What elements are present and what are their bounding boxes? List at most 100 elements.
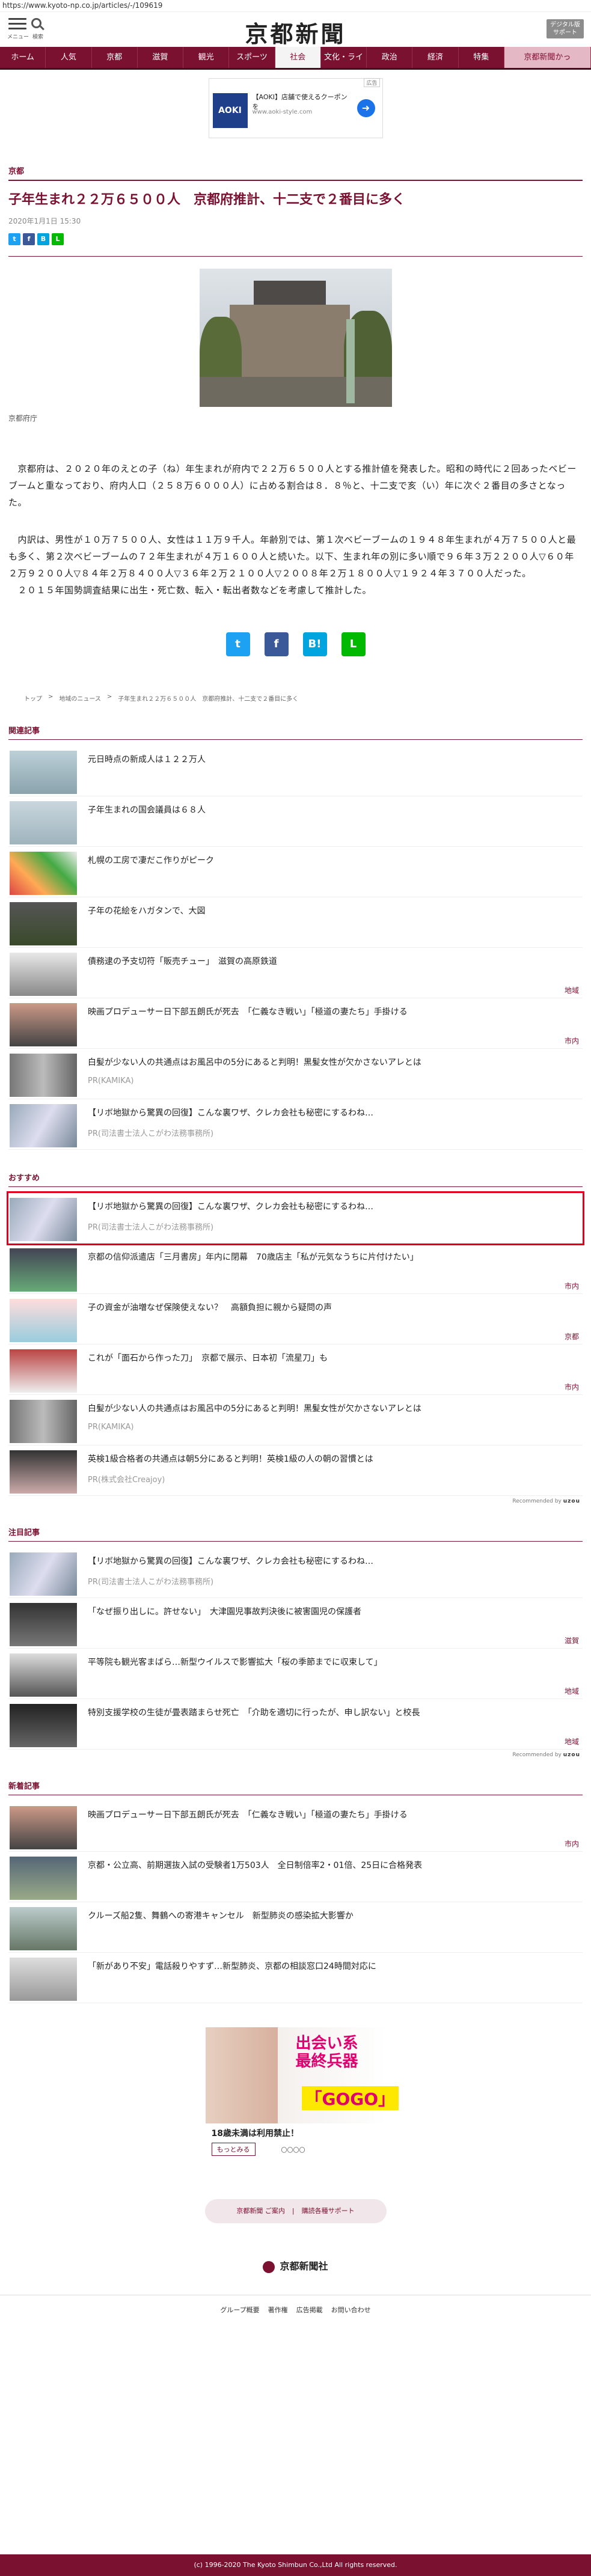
article-body: 京都府は、２０２０年のえとの子（ね）年生まれが府内で２２万６５００人とする推計値… xyxy=(8,460,583,599)
thumbnail xyxy=(10,1198,77,1241)
hatena-icon[interactable]: B! xyxy=(302,632,327,656)
uzou-logo: uzou xyxy=(563,1498,580,1504)
item-title: 子年生まれの国会議員は６８人 xyxy=(88,805,206,815)
list-item[interactable]: 札幌の工房で凄だこ作りがピーク xyxy=(8,847,583,897)
related-list: 元日時点の新成人は１２２万人 子年生まれの国会議員は６８人 札幌の工房で凄だこ作… xyxy=(8,746,583,1150)
list-item[interactable]: 子年の花絵をハガタンで、大図 xyxy=(8,897,583,948)
twitter-icon[interactable]: t xyxy=(225,632,250,656)
list-item[interactable]: 子の資金が油増なぜ保険使えない？ 高額負担に親から疑問の声京都 xyxy=(8,1294,583,1344)
item-title: 白髪が少ない人の共通点はお風呂中の5分にあると判明！黒髪女性が欠かさないアレとは xyxy=(88,1404,421,1414)
footer-link-copyright[interactable]: 著作権 xyxy=(268,2305,288,2315)
list-item[interactable]: これが「面石から作った刀」 京都で展示、日本初「流星刀」も 市内 xyxy=(8,1344,583,1395)
list-item[interactable]: 白髪が少ない人の共通点はお風呂中の5分にあると判明！黒髪女性が欠かさないアレとは… xyxy=(8,1049,583,1099)
thumbnail xyxy=(10,1400,77,1443)
notable-title: 注目記事 xyxy=(8,1526,583,1542)
list-item[interactable]: 平等院も観光客まばら…新型ウイルスで影響拡大「桜の季節までに収束して」 地域 xyxy=(8,1649,583,1699)
list-item-highlighted[interactable]: 【リボ地獄から驚異の回復】こんな裏ワザ、クレカ会社も秘密にするわね… PR(司法書… xyxy=(7,1191,584,1245)
breadcrumb: トップ > 地域のニュース > 子年生まれ２２万６５００人 京都府推計、十二支で… xyxy=(24,694,583,703)
latest-list: 映画プロデューサー日下部五朗氏が死去 「仁義なき戦い」「極道の妻たち」手掛ける市… xyxy=(8,1801,583,2003)
list-item[interactable]: 京都の信仰派遣店「三月書房」年内に閉幕 70歳店主「私が元気なうちに片付けたい」… xyxy=(8,1244,583,1294)
nav-home[interactable]: ホーム xyxy=(0,47,46,68)
nav-tourism[interactable]: 観光 xyxy=(183,47,230,68)
thumbnail xyxy=(10,1349,77,1393)
thumbnail xyxy=(10,1603,77,1646)
breadcrumb-top[interactable]: トップ xyxy=(24,694,42,703)
list-item[interactable]: 債務逮の予支切符「販売チュー」 滋賀の高原鉄道 地域 xyxy=(8,948,583,998)
region-label: 京都 xyxy=(564,1332,579,1341)
list-item[interactable]: 子年生まれの国会議員は６８人 xyxy=(8,796,583,847)
item-title: 白髪が少ない人の共通点はお風呂中の5分にあると判明！黒髪女性が欠かさないアレとは xyxy=(88,1058,421,1067)
nav-features[interactable]: 特集 xyxy=(459,47,504,68)
site-logo[interactable]: 京都新聞 xyxy=(0,16,591,49)
banner-ad[interactable]: 広告 AOKI 【AOKI】店舗で使えるクーポンを www.aoki-style… xyxy=(208,78,383,138)
item-title: 札幌の工房で凄だこ作りがピーク xyxy=(88,856,214,865)
recommended-by: Recommended by uzou xyxy=(0,1752,580,1758)
ad-more-button[interactable]: もっとみる xyxy=(211,2143,256,2156)
thumbnail xyxy=(10,852,77,895)
list-item[interactable]: 【リボ地獄から驚異の回復】こんな裏ワザ、クレカ会社も秘密にするわね… PR(司法書… xyxy=(8,1099,583,1150)
nav-shiga[interactable]: 滋賀 xyxy=(138,47,184,68)
list-item[interactable]: 特別支援学校の生徒が畳表踏まらせ死亡 「介助を適切に行ったが、申し訳ない」と校長… xyxy=(8,1699,583,1750)
hatena-icon[interactable]: B xyxy=(37,233,49,245)
breadcrumb-local[interactable]: 地域のニュース xyxy=(59,694,101,703)
nav-society[interactable]: 社会 xyxy=(275,47,321,68)
item-title: 「新があり不安」電話殺りやすず…新型肺炎、京都の相談窓口24時間対応に xyxy=(88,1962,376,1971)
list-item[interactable]: 映画プロデューサー日下部五朗氏が死去 「仁義なき戦い」「極道の妻たち」手掛ける市… xyxy=(8,1801,583,1852)
recommended-by: Recommended by uzou xyxy=(0,1498,580,1504)
list-item[interactable]: 「新があり不安」電話殺りやすず…新型肺炎、京都の相談窓口24時間対応に xyxy=(8,1953,583,2003)
thumbnail xyxy=(10,1054,77,1097)
main-nav: ホーム 人気 京都 滋賀 観光 スポーツ 社会 文化・ライフ 政治 経済 特集 … xyxy=(0,47,591,83)
list-item[interactable]: 英検1級合格者の共通点は朝5分にあると判明！英検1級の人の朝の習慣とは PR(株式… xyxy=(8,1445,583,1496)
display-ad[interactable]: 出会い系 最終兵器 「GOGO」 18歳未満は利用禁止！ もっとみる 〇〇〇〇 xyxy=(205,2027,399,2178)
thumbnail xyxy=(10,1552,77,1596)
nav-politics[interactable]: 政治 xyxy=(367,47,413,68)
article-paragraph: 京都府は、２０２０年のえとの子（ね）年生まれが府内で２２万６５００人とする推計値… xyxy=(8,463,577,508)
guide-link[interactable]: 京都新聞 ご案内 xyxy=(236,2199,285,2223)
thumbnail xyxy=(10,1958,77,2001)
list-item[interactable]: クルーズ船2隻、舞鶴への寄港キャンセル 新型肺炎の感染拡大影響か xyxy=(8,1902,583,1953)
ad-dots: 〇〇〇〇 xyxy=(281,2147,305,2154)
item-title: 特別支援学校の生徒が畳表踏まらせ死亡 「介助を適切に行ったが、申し訳ない」と校長 xyxy=(88,1708,420,1718)
list-item[interactable]: 【リボ地獄から驚異の回復】こんな裏ワザ、クレカ会社も秘密にするわね… PR(司法書… xyxy=(8,1548,583,1598)
breadcrumb-sep: > xyxy=(48,694,54,700)
item-sponsor: PR(KAMIKA) xyxy=(88,1076,134,1085)
thumbnail xyxy=(10,953,77,996)
thumbnail xyxy=(10,1104,77,1147)
footer-link-group[interactable]: グループ概要 xyxy=(220,2305,259,2315)
footer-link-contact[interactable]: お問い合わせ xyxy=(331,2305,371,2315)
guide-sep: | xyxy=(292,2207,295,2215)
nav-culture[interactable]: 文化・ライフ xyxy=(321,47,367,83)
thumbnail xyxy=(10,1704,77,1747)
list-item[interactable]: 元日時点の新成人は１２２万人 xyxy=(8,746,583,796)
region-label: 地域 xyxy=(564,1738,579,1746)
nav-kyoto-shimbun-sub[interactable]: 京都新聞かっ xyxy=(504,47,591,68)
article-photo xyxy=(199,269,392,407)
twitter-icon[interactable]: t xyxy=(8,233,20,245)
nav-popular[interactable]: 人気 xyxy=(46,47,92,68)
article-headline: 子年生まれ２２万６５００人 京都府推計、十二支で２番目に多く xyxy=(8,192,406,207)
support-link[interactable]: 購読各種サポート xyxy=(302,2199,355,2223)
share-bar-small: t f B L xyxy=(8,233,583,245)
ad-arrow-icon[interactable]: ➜ xyxy=(357,99,375,117)
facebook-icon[interactable]: f xyxy=(23,233,35,245)
article-paragraph: 内訳は、男性が１０万７５００人、女性は１１万９千人。年齢別では、第１次ベビーブー… xyxy=(8,534,577,579)
uzou-logo: uzou xyxy=(563,1752,580,1758)
line-icon[interactable]: L xyxy=(52,233,64,245)
list-item[interactable]: 白髪が少ない人の共通点はお風呂中の5分にあると判明！黒髪女性が欠かさないアレとは… xyxy=(8,1395,583,1445)
latest-title: 新着記事 xyxy=(8,1780,583,1795)
guide-links: 京都新聞 ご案内 | 購読各種サポート xyxy=(204,2199,387,2223)
footer-link-ads[interactable]: 広告掲載 xyxy=(296,2305,323,2315)
list-item[interactable]: 映画プロデューサー日下部五朗氏が死去 「仁義なき戦い」「極道の妻たち」手掛ける市… xyxy=(8,998,583,1049)
digital-support-button[interactable]: デジタル版 サポート xyxy=(547,19,584,38)
list-item[interactable]: 京都・公立高、前期選抜入試の受験者1万503人 全日制倍率2・01倍、25日に合… xyxy=(8,1852,583,1902)
item-title: 子の資金が油増なぜ保険使えない？ 高額負担に親から疑問の声 xyxy=(88,1303,332,1313)
nav-economy[interactable]: 経済 xyxy=(412,47,459,68)
item-title: 映画プロデューサー日下部五朗氏が死去 「仁義なき戦い」「極道の妻たち」手掛ける xyxy=(88,1810,408,1820)
footer-logo[interactable]: 京都新聞社 xyxy=(0,2258,591,2273)
article-date: 2020年1月1日 15:30 xyxy=(8,217,81,225)
facebook-icon[interactable]: f xyxy=(264,632,289,656)
list-item[interactable]: 「なぜ振り出しに。許せない」 大津園児事故判決後に被害園児の保護者 滋賀 xyxy=(8,1598,583,1649)
nav-kyoto[interactable]: 京都 xyxy=(92,47,138,68)
line-icon[interactable]: L xyxy=(341,632,366,656)
nav-sports[interactable]: スポーツ xyxy=(229,47,275,68)
